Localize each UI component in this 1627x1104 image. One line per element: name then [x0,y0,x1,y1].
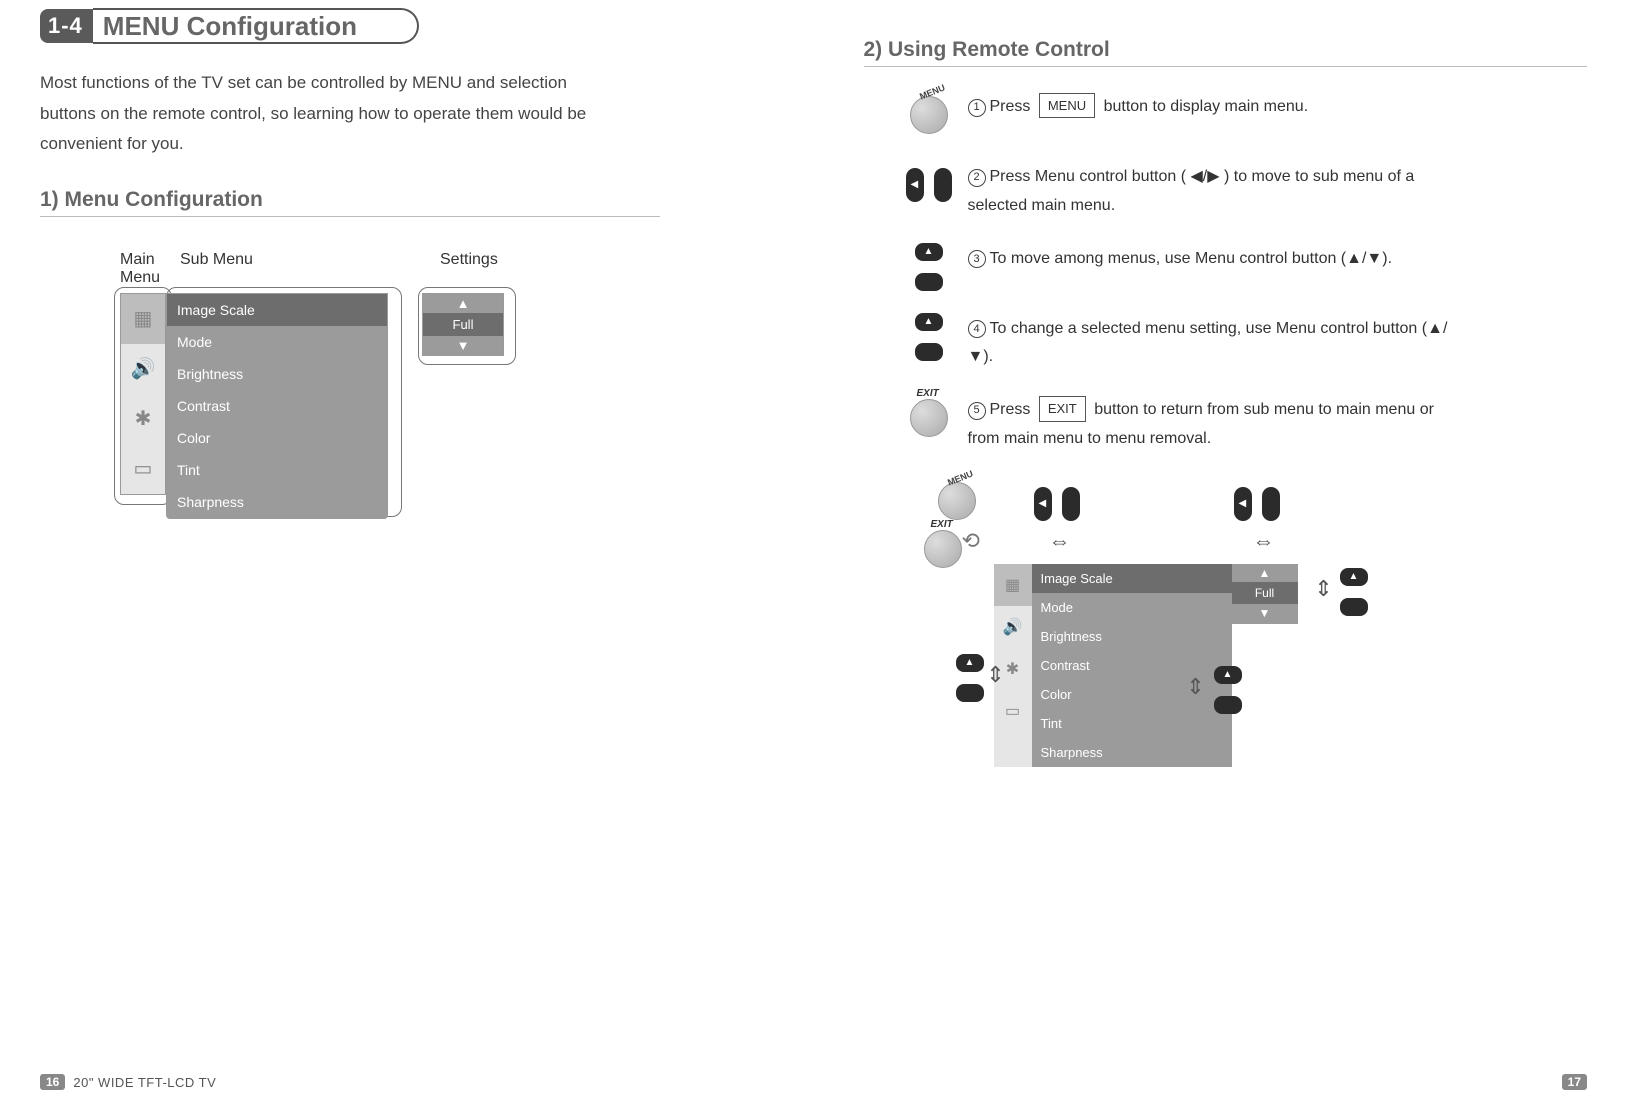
settings-column: ▲ Full ▼ [422,293,504,356]
step-number: 2 [968,169,986,187]
sub-menu-item: Mode [167,326,387,358]
sound-icon: 🔊 [994,606,1032,648]
double-arrow-v-icon: ⇕ [1184,674,1208,700]
step-number: 5 [968,402,986,420]
setup-icon: ✱ [121,394,165,444]
settings-column: ▲ Full ▼ [1232,564,1298,624]
double-arrow-h-icon: ⇔ [1244,528,1284,554]
key-menu: MENU [1039,93,1095,118]
sound-icon: 🔊 [121,344,165,394]
double-arrow-v-icon: ⇕ [1312,576,1336,602]
step-number: 1 [968,99,986,117]
step-text: Press Menu control button ( ◀/▶ ) to mov… [968,168,1415,214]
up-down-rocker-icon: ▲▼ [1212,666,1244,714]
step-1: MENU 1Press MENU button to display main … [904,91,1464,139]
step-number: 3 [968,250,986,268]
step-5: EXIT 5Press EXIT button to return from s… [904,394,1464,454]
page-number: 16 [40,1074,65,1090]
sub-menu-item: Sharpness [1032,738,1232,767]
sub-menu-item: Image Scale [167,294,387,326]
section-number: 1-4 [40,9,93,43]
sub-menu-item: Image Scale [1032,564,1232,593]
remote-illustration: EXIT MENU ⟲ ◀▶ ⇔ ◀▶ ⇔ ▦ 🔊 ✱ ▭ Image Scal… [924,484,1588,804]
key-exit: EXIT [1039,396,1086,421]
step-3: ▲▼ 3To move among menus, use Menu contro… [904,243,1464,291]
step-text: To move among menus, use Menu control bu… [990,250,1393,267]
left-right-rocker-icon: ◀▶ [1034,484,1080,524]
label-sub-menu: Sub Menu [180,251,420,287]
picture-icon: ▦ [994,564,1032,606]
menu-button-icon: MENU [910,96,948,134]
sub-menu-item: Brightness [167,358,387,390]
page-number: 17 [1562,1074,1587,1090]
sub-menu-item: Mode [1032,593,1232,622]
channel-icon: ▭ [121,444,165,494]
sub-menu-item: Tint [167,454,387,486]
menu-button-icon: MENU [938,482,976,520]
curve-arrow-icon: ⟲ [962,528,980,554]
sub-menu-column: Image Scale Mode Brightness Contrast Col… [166,293,388,519]
setting-value: Full [1232,582,1298,604]
product-name: 20" WIDE TFT-LCD TV [73,1075,216,1090]
sub-menu-item: Color [167,422,387,454]
exit-button-icon: EXIT [910,399,948,437]
arrow-down-icon: ▼ [423,336,503,355]
subheading-2: 2) Using Remote Control [864,38,1588,67]
setting-value: Full [423,313,503,336]
up-down-rocker-icon: ▲▼ [1338,568,1370,616]
step-text: button to display main menu. [1099,98,1308,115]
up-down-rocker-icon: ▲▼ [913,243,945,291]
exit-button-icon: EXIT [924,530,962,568]
sub-menu-item: Brightness [1032,622,1232,651]
menu-diagram: Main Menu Sub Menu Settings ▦ 🔊 ✱ ▭ Imag… [120,251,764,519]
footer-left: 16 20" WIDE TFT-LCD TV [40,1074,216,1090]
step-text: button to return from sub menu to main m… [968,401,1434,447]
step-4: ▲▼ 4To change a selected menu setting, u… [904,313,1464,373]
double-arrow-h-icon: ⇔ [1040,528,1080,554]
step-text: Press [990,401,1035,418]
up-down-rocker-icon: ▲▼ [913,313,945,361]
sub-menu-item: Tint [1032,709,1232,738]
sub-menu-item: Sharpness [167,486,387,518]
step-2: ◀▶ 2Press Menu control button ( ◀/▶ ) to… [904,161,1464,221]
label-main-menu: Main Menu [120,251,180,287]
subheading-1: 1) Menu Configuration [40,188,660,217]
double-arrow-v-icon: ⇕ [984,662,1008,688]
channel-icon: ▭ [994,690,1032,732]
up-down-rocker-icon: ▲▼ [954,654,986,702]
section-header: 1-4 MENU Configuration [40,8,764,44]
step-number: 4 [968,320,986,338]
footer-right: 17 [1562,1074,1587,1090]
sub-menu-item: Contrast [167,390,387,422]
picture-icon: ▦ [121,294,165,344]
label-settings: Settings [440,251,498,287]
step-text: Press [990,98,1035,115]
left-right-rocker-icon: ◀▶ [1234,484,1280,524]
main-menu-column: ▦ 🔊 ✱ ▭ [120,293,166,495]
intro-text: Most functions of the TV set can be cont… [40,68,620,160]
arrow-down-icon: ▼ [1232,604,1298,622]
arrow-up-icon: ▲ [423,294,503,313]
step-text: To change a selected menu setting, use M… [968,320,1448,366]
arrow-up-icon: ▲ [1232,564,1298,582]
sub-menu-column: Image Scale Mode Brightness Contrast Col… [1032,564,1232,767]
left-right-rocker-icon: ◀▶ [906,165,952,205]
section-title: MENU Configuration [93,8,419,44]
